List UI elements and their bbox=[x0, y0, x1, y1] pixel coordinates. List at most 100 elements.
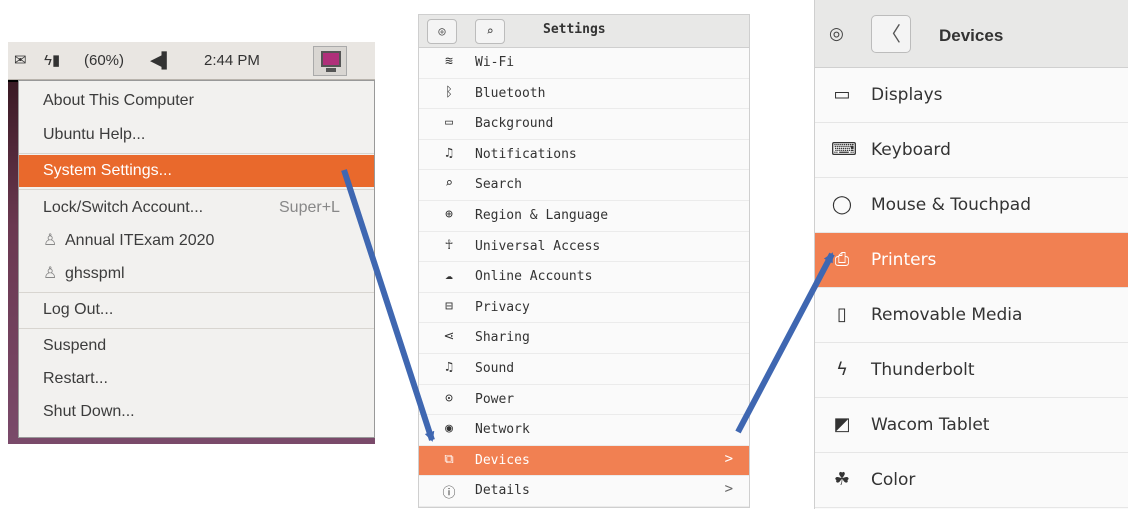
volume-icon[interactable]: ◀▌ bbox=[150, 50, 172, 72]
menu-item-label: Log Out... bbox=[43, 301, 114, 318]
devices-item-label: Removable Media bbox=[871, 305, 1023, 325]
menu-item-user-ghsspml[interactable]: ♙ ghsspml bbox=[19, 258, 374, 290]
settings-item-devices[interactable]: ⧉ Devices > bbox=[419, 445, 749, 477]
settings-item-sharing[interactable]: ⋖ Sharing bbox=[419, 323, 749, 354]
devices-item-displays[interactable]: ▭ Displays bbox=[815, 68, 1128, 123]
settings-item-details[interactable]: ⓘ Details > bbox=[419, 476, 749, 507]
menu-item-system-settings[interactable]: System Settings... bbox=[19, 155, 374, 187]
settings-item-label: Region & Language bbox=[475, 208, 609, 223]
menu-item-help[interactable]: Ubuntu Help... bbox=[19, 119, 374, 151]
devices-item-wacom-tablet[interactable]: ◩ Wacom Tablet bbox=[815, 398, 1128, 453]
chevron-right-icon: > bbox=[724, 450, 733, 467]
power-menu-icon[interactable] bbox=[313, 46, 347, 76]
menu-item-log-out[interactable]: Log Out... bbox=[19, 294, 374, 326]
monitor-stand-shape bbox=[326, 68, 336, 72]
menu-item-label: Shut Down... bbox=[43, 403, 135, 420]
devices-item-label: Color bbox=[871, 470, 916, 490]
printer-icon: ⎙ bbox=[834, 249, 850, 270]
settings-item-bluetooth[interactable]: ᛒ Bluetooth bbox=[419, 79, 749, 110]
menu-separator bbox=[19, 153, 374, 154]
settings-item-label: Wi-Fi bbox=[475, 55, 515, 70]
bluetooth-icon: ᛒ bbox=[445, 84, 453, 100]
menu-item-about[interactable]: About This Computer bbox=[19, 85, 374, 117]
settings-item-search[interactable]: ⌕ Search bbox=[419, 170, 749, 201]
chevron-right-icon: > bbox=[724, 481, 733, 498]
info-icon: ⓘ bbox=[442, 486, 456, 502]
search-icon[interactable]: ⌕ bbox=[475, 19, 505, 44]
settings-item-label: Network bbox=[475, 422, 530, 438]
settings-item-wifi[interactable]: ≋ Wi-Fi bbox=[419, 48, 749, 79]
devices-icon: ⧉ bbox=[444, 451, 454, 467]
settings-item-sound[interactable]: ♫ Sound bbox=[419, 354, 749, 385]
settings-item-label: Power bbox=[475, 391, 515, 407]
color-icon: ☘ bbox=[833, 469, 851, 490]
settings-item-online-accounts[interactable]: ☁ Online Accounts bbox=[419, 262, 749, 293]
devices-item-thunderbolt[interactable]: ϟ Thunderbolt bbox=[815, 343, 1128, 398]
monitor-shape bbox=[321, 51, 341, 67]
menu-item-label: ghsspml bbox=[65, 265, 125, 282]
settings-item-label: Bluetooth bbox=[475, 85, 546, 101]
settings-item-background[interactable]: ▭ Background bbox=[419, 109, 749, 140]
settings-item-region-language[interactable]: ⊕ Region & Language bbox=[419, 201, 749, 232]
devices-item-removable-media[interactable]: ▯ Removable Media bbox=[815, 288, 1128, 343]
ubuntu-system-menu-panel: ✉ ϟ▮ (60%) ◀▌ 2:44 PM About This Compute… bbox=[8, 42, 375, 444]
settings-header: ◎ ⌕ Settings bbox=[419, 15, 749, 48]
cloud-icon: ☁ bbox=[445, 268, 453, 284]
settings-item-network[interactable]: ◉ Network bbox=[419, 415, 749, 446]
share-icon: ⋖ bbox=[443, 329, 455, 345]
menu-item-lock-switch[interactable]: Lock/Switch Account... Super+L bbox=[19, 192, 374, 224]
devices-item-mouse-touchpad[interactable]: ◯ Mouse & Touchpad bbox=[815, 178, 1128, 233]
devices-item-color[interactable]: ☘ Color bbox=[815, 453, 1128, 508]
menu-item-suspend[interactable]: Suspend bbox=[19, 330, 374, 362]
display-icon: ▭ bbox=[833, 84, 851, 105]
background-icon: ▭ bbox=[445, 115, 453, 131]
search-icon: ⌕ bbox=[445, 176, 453, 192]
devices-item-label: Mouse & Touchpad bbox=[871, 195, 1032, 215]
power-icon: ⊙ bbox=[445, 390, 453, 406]
settings-panel: ◎ ⌕ Settings ≋ Wi-Fi ᛒ Bluetooth ▭ Backgrou… bbox=[418, 14, 750, 508]
settings-item-label: Online Accounts bbox=[475, 269, 593, 285]
back-button[interactable]: 〈 bbox=[871, 15, 911, 53]
lock-icon: ⊟ bbox=[445, 298, 453, 314]
settings-item-label: Details bbox=[475, 483, 530, 499]
devices-item-label: Printers bbox=[871, 250, 937, 270]
devices-item-label: Thunderbolt bbox=[871, 360, 975, 380]
settings-item-label: Sharing bbox=[475, 330, 530, 346]
removable-media-icon: ▯ bbox=[837, 304, 847, 325]
clock[interactable]: 2:44 PM bbox=[204, 50, 260, 72]
devices-header: ◎ 〈 Devices bbox=[815, 0, 1128, 68]
battery-icon[interactable]: ϟ▮ bbox=[44, 50, 60, 72]
mouse-icon: ◯ bbox=[831, 194, 853, 215]
settings-item-privacy[interactable]: ⊟ Privacy bbox=[419, 293, 749, 324]
settings-item-universal-access[interactable]: ☥ Universal Access bbox=[419, 232, 749, 263]
devices-item-keyboard[interactable]: ⌨ Keyboard bbox=[815, 123, 1128, 178]
menu-separator bbox=[19, 189, 374, 190]
menu-item-label: Annual ITExam 2020 bbox=[65, 232, 215, 249]
settings-item-label: Notifications bbox=[475, 146, 577, 162]
settings-gear-icon[interactable]: ◎ bbox=[427, 19, 457, 44]
devices-title: Devices bbox=[939, 26, 1004, 45]
network-icon: ◉ bbox=[445, 421, 453, 437]
battery-percentage: (60%) bbox=[84, 52, 125, 69]
top-bar: ✉ ϟ▮ (60%) ◀▌ 2:44 PM bbox=[8, 42, 375, 80]
settings-item-notifications[interactable]: ♫ Notifications bbox=[419, 140, 749, 171]
menu-item-label: Suspend bbox=[43, 337, 107, 354]
menu-item-restart[interactable]: Restart... bbox=[19, 363, 374, 395]
menu-separator bbox=[19, 328, 374, 329]
settings-title: Settings bbox=[543, 22, 606, 37]
settings-item-label: Background bbox=[475, 116, 554, 132]
settings-item-label: Search bbox=[475, 177, 522, 193]
settings-gear-icon[interactable]: ◎ bbox=[829, 24, 844, 44]
settings-item-label: Universal Access bbox=[475, 238, 601, 254]
globe-icon: ⊕ bbox=[445, 207, 453, 222]
devices-item-printers[interactable]: ⎙ Printers bbox=[815, 233, 1128, 288]
menu-item-shut-down[interactable]: Shut Down... bbox=[19, 396, 374, 428]
settings-item-label: Devices bbox=[475, 452, 530, 468]
wifi-icon: ≋ bbox=[445, 54, 453, 69]
accessibility-icon: ☥ bbox=[445, 237, 453, 253]
tablet-icon: ◩ bbox=[833, 414, 851, 435]
mail-icon[interactable]: ✉ bbox=[14, 50, 27, 72]
menu-item-user-annual[interactable]: ♙ Annual ITExam 2020 bbox=[19, 225, 374, 257]
user-icon: ♙ bbox=[43, 265, 58, 282]
settings-item-power[interactable]: ⊙ Power bbox=[419, 385, 749, 416]
